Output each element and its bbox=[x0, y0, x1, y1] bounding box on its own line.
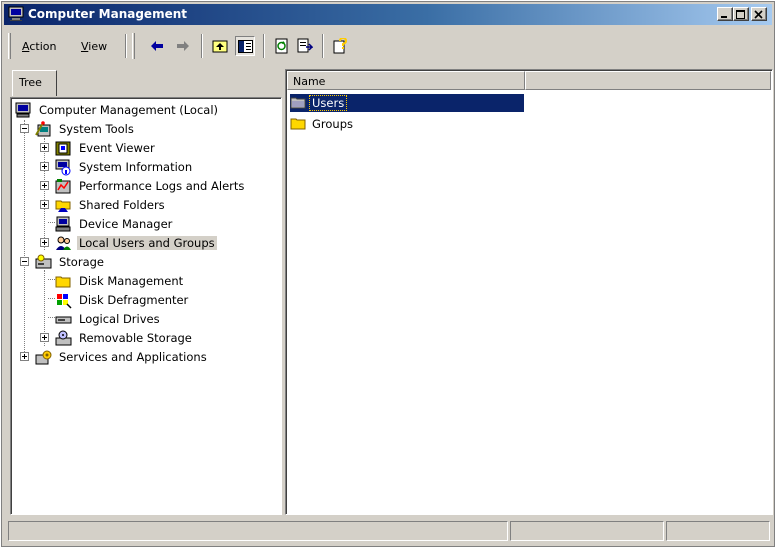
tree-item-label: Storage bbox=[59, 255, 104, 269]
system-tools-icon bbox=[35, 121, 52, 138]
up-one-level-button[interactable] bbox=[210, 36, 230, 56]
details-pane[interactable]: Name Users Groups bbox=[285, 69, 773, 515]
status-bar bbox=[4, 520, 772, 542]
show-hide-tree-button[interactable] bbox=[235, 36, 255, 56]
tab-tree[interactable]: Tree bbox=[12, 70, 57, 96]
groups-folder-icon bbox=[290, 116, 307, 135]
export-list-button[interactable] bbox=[295, 36, 315, 56]
status-cell-3 bbox=[666, 521, 770, 541]
column-header-blank[interactable] bbox=[525, 71, 771, 90]
toolbar-grip[interactable] bbox=[8, 33, 11, 59]
list-item-label: Users bbox=[308, 95, 348, 111]
tree-connector bbox=[24, 120, 25, 358]
expand-toggle-shared-folders[interactable] bbox=[40, 200, 49, 209]
close-button[interactable] bbox=[751, 7, 767, 21]
list-item-label: Groups bbox=[312, 117, 354, 131]
toolbar-separator bbox=[322, 34, 324, 58]
expand-toggle-local-users-groups[interactable] bbox=[40, 238, 49, 247]
list-item-users[interactable]: Users bbox=[290, 94, 524, 112]
local-users-groups-icon bbox=[55, 235, 72, 252]
expand-toggle-performance-logs[interactable] bbox=[40, 181, 49, 190]
toolbar: Action View bbox=[4, 27, 772, 65]
tree-item-label: Computer Management (Local) bbox=[39, 103, 219, 117]
logical-drives-icon bbox=[55, 311, 72, 328]
users-folder-icon bbox=[290, 95, 307, 114]
tree-item-label: Local Users and Groups bbox=[77, 236, 217, 250]
window-title: Computer Management bbox=[28, 7, 187, 21]
toolbar-grip-2[interactable] bbox=[132, 33, 135, 59]
computer-management-icon bbox=[15, 102, 32, 119]
show-hide-tree-icon bbox=[238, 40, 253, 53]
toolbar-separator bbox=[125, 34, 127, 58]
minimize-button[interactable] bbox=[717, 7, 733, 21]
tree-item-label: Services and Applications bbox=[59, 350, 207, 364]
collapse-toggle-storage[interactable] bbox=[20, 257, 29, 266]
disk-defragmenter-icon bbox=[55, 292, 72, 309]
status-cell-main bbox=[8, 521, 508, 541]
refresh-button[interactable] bbox=[272, 36, 292, 56]
services-applications-icon bbox=[35, 349, 52, 366]
expand-toggle-event-viewer[interactable] bbox=[40, 143, 49, 152]
menu-action[interactable]: Action bbox=[22, 40, 56, 53]
tree-connector bbox=[48, 317, 55, 318]
column-header-label: Name bbox=[293, 75, 326, 88]
tree-connector bbox=[48, 222, 55, 223]
minimize-icon bbox=[721, 16, 727, 18]
expand-toggle-removable-storage[interactable] bbox=[40, 333, 49, 342]
tree-item-label: Logical Drives bbox=[79, 312, 160, 326]
tree-item-label: Removable Storage bbox=[79, 331, 192, 345]
status-cell-2 bbox=[510, 521, 664, 541]
system-information-icon bbox=[55, 159, 72, 176]
tree-item-label: Event Viewer bbox=[79, 141, 155, 155]
back-button[interactable] bbox=[147, 36, 167, 56]
maximize-button[interactable] bbox=[733, 7, 749, 21]
tree-pane[interactable]: Computer Management (Local) System Tools… bbox=[10, 97, 282, 515]
list-item-groups[interactable]: Groups bbox=[290, 115, 524, 133]
collapse-toggle-system-tools[interactable] bbox=[20, 124, 29, 133]
tree-item-label: Device Manager bbox=[79, 217, 173, 231]
removable-storage-icon bbox=[55, 330, 72, 347]
menu-view-label: iew bbox=[88, 40, 108, 53]
tree-item-label: System Information bbox=[79, 160, 193, 174]
refresh-icon bbox=[275, 38, 288, 54]
export-list-icon bbox=[297, 38, 313, 53]
expand-toggle-services-applications[interactable] bbox=[20, 352, 29, 361]
toolbar-separator bbox=[201, 34, 203, 58]
back-arrow-icon bbox=[151, 41, 163, 51]
tree-item-label: Shared Folders bbox=[79, 198, 165, 212]
tree-item-label: System Tools bbox=[59, 122, 134, 136]
disk-management-icon bbox=[55, 273, 72, 290]
up-one-level-icon bbox=[212, 40, 228, 53]
forward-button[interactable] bbox=[173, 36, 193, 56]
title-bar[interactable]: Computer Management bbox=[4, 4, 772, 25]
tree-item-label: Performance Logs and Alerts bbox=[79, 179, 245, 193]
tab-tree-label: Tree bbox=[19, 76, 42, 89]
performance-logs-icon bbox=[55, 178, 72, 195]
tree-connector bbox=[48, 279, 55, 280]
forward-arrow-icon bbox=[177, 41, 189, 51]
menu-action-label: ction bbox=[29, 40, 57, 53]
expand-toggle-system-information[interactable] bbox=[40, 162, 49, 171]
close-icon bbox=[754, 10, 763, 19]
storage-icon bbox=[35, 254, 52, 271]
column-header-name[interactable]: Name bbox=[287, 71, 525, 90]
shared-folders-icon bbox=[55, 197, 72, 214]
help-icon bbox=[333, 38, 348, 54]
help-button[interactable] bbox=[331, 36, 351, 56]
computer-management-window: Computer Management Action View Tree Com… bbox=[1, 1, 775, 547]
maximize-icon bbox=[736, 10, 745, 19]
tree-item-label: Disk Management bbox=[79, 274, 184, 288]
tree-connector bbox=[44, 138, 45, 250]
toolbar-separator bbox=[263, 34, 265, 58]
event-viewer-icon bbox=[55, 140, 72, 157]
device-manager-icon bbox=[55, 216, 72, 233]
tree-item-label: Disk Defragmenter bbox=[79, 293, 189, 307]
menu-view[interactable]: View bbox=[81, 40, 107, 53]
computer-management-app-icon[interactable] bbox=[8, 6, 24, 22]
tree-connector bbox=[48, 298, 55, 299]
